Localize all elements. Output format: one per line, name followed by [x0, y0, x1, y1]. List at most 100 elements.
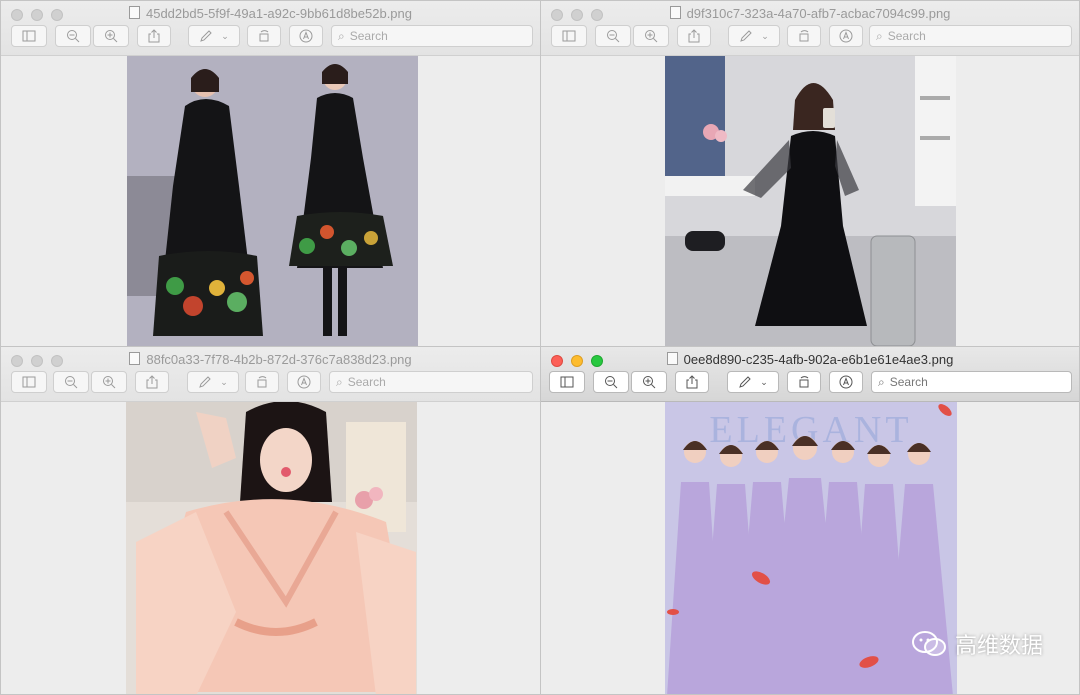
zoom-out-button[interactable] [595, 25, 631, 47]
pen-icon [740, 30, 752, 42]
toolbar: ⌄ ⌕ Search [1, 25, 540, 51]
share-icon [686, 375, 698, 389]
share-icon [688, 29, 700, 43]
rotate-icon [799, 30, 809, 42]
rotate-button[interactable] [247, 25, 281, 47]
image-viewport [1, 401, 540, 694]
markup-button[interactable]: ⌄ [188, 25, 240, 47]
photo-graphic [127, 56, 418, 347]
share-icon [146, 375, 158, 389]
search-field[interactable]: ⌕ Search [329, 371, 533, 393]
photo-graphic [665, 56, 956, 347]
image-black-dress [665, 56, 956, 347]
zoom-out-icon [605, 376, 618, 389]
pen-icon [739, 376, 751, 388]
window-titlebar[interactable]: d9f310c7-323a-4a70-afb7-acbac7094c99.png… [541, 1, 1079, 56]
window-titlebar[interactable]: 88fc0a33-7f78-4b2b-872d-376c7a838d23.png… [1, 347, 540, 402]
markup-toolbar-icon [839, 375, 853, 389]
search-icon: ⌕ [338, 28, 345, 43]
window-title: d9f310c7-323a-4a70-afb7-acbac7094c99.png [541, 6, 1079, 21]
window-title: 88fc0a33-7f78-4b2b-872d-376c7a838d23.png [1, 352, 540, 367]
watermark: 高维数据 [911, 628, 1043, 660]
sidebar-icon [22, 30, 36, 42]
annotate-button[interactable] [287, 371, 321, 393]
rotate-icon [799, 376, 809, 388]
markup-toolbar-icon [299, 29, 313, 43]
zoom-in-button[interactable] [91, 371, 127, 393]
markup-toolbar-icon [297, 375, 311, 389]
sidebar-toggle-button[interactable] [551, 25, 587, 47]
zoom-out-button[interactable] [53, 371, 89, 393]
chevron-down-icon: ⌄ [221, 30, 229, 41]
search-field[interactable]: ⌕ Search [869, 25, 1072, 47]
search-icon: ⌕ [878, 374, 885, 389]
zoom-in-icon [645, 30, 658, 43]
zoom-out-button[interactable] [593, 371, 629, 393]
preview-window-4: 0ee8d890-c235-4afb-902a-e6b1e61e4ae3.png… [540, 346, 1080, 695]
toolbar: ⌄ ⌕ Search [541, 25, 1079, 51]
search-field[interactable]: ⌕ Search [331, 25, 533, 47]
annotate-button[interactable] [289, 25, 323, 47]
image-viewport: ELEGANT 高维数据 [541, 402, 1079, 694]
preview-window-2: d9f310c7-323a-4a70-afb7-acbac7094c99.png… [540, 0, 1080, 348]
document-icon [669, 6, 681, 19]
document-icon [666, 352, 678, 365]
sidebar-toggle-button[interactable] [549, 371, 585, 393]
annotate-button[interactable] [829, 25, 863, 47]
rotate-button[interactable] [787, 25, 821, 47]
rotate-icon [259, 30, 269, 42]
rotate-button[interactable] [787, 371, 821, 393]
watermark-text: 高维数据 [954, 634, 1043, 659]
search-icon: ⌕ [876, 28, 883, 43]
rotate-icon [257, 376, 267, 388]
window-title: 0ee8d890-c235-4afb-902a-e6b1e61e4ae3.png [541, 352, 1079, 367]
chevron-down-icon: ⌄ [760, 376, 768, 387]
markup-toolbar-icon [839, 29, 853, 43]
markup-button[interactable]: ⌄ [727, 371, 779, 393]
image-pink-robe [126, 401, 417, 694]
zoom-out-icon [67, 30, 80, 43]
share-icon [148, 29, 160, 43]
rotate-button[interactable] [245, 371, 279, 393]
zoom-in-icon [643, 376, 656, 389]
window-titlebar[interactable]: 0ee8d890-c235-4afb-902a-e6b1e61e4ae3.png… [541, 347, 1079, 402]
zoom-in-icon [105, 30, 118, 43]
search-icon: ⌕ [336, 374, 343, 389]
document-icon [128, 6, 140, 19]
preview-window-3: 88fc0a33-7f78-4b2b-872d-376c7a838d23.png… [0, 346, 541, 695]
search-field[interactable]: ⌕ Search [871, 371, 1072, 393]
image-black-coats [127, 56, 418, 347]
share-button[interactable] [137, 25, 171, 47]
image-viewport [1, 56, 540, 347]
zoom-in-button[interactable] [633, 25, 669, 47]
markup-button[interactable]: ⌄ [187, 371, 239, 393]
document-icon [129, 352, 141, 365]
chevron-down-icon: ⌄ [761, 30, 769, 41]
sidebar-toggle-button[interactable] [11, 25, 47, 47]
toolbar: ⌄ ⌕ Search [1, 371, 540, 397]
share-button[interactable] [675, 371, 709, 393]
sidebar-icon [562, 30, 576, 42]
zoom-in-icon [103, 376, 116, 389]
sidebar-icon [560, 376, 574, 388]
chevron-down-icon: ⌄ [220, 376, 228, 387]
window-titlebar[interactable]: 45dd2bd5-5f9f-49a1-a92c-9bb61d8be52b.png… [1, 1, 540, 56]
sidebar-toggle-button[interactable] [11, 371, 47, 393]
window-title: 45dd2bd5-5f9f-49a1-a92c-9bb61d8be52b.png [1, 6, 540, 21]
pen-icon [199, 376, 211, 388]
zoom-in-button[interactable] [93, 25, 129, 47]
zoom-in-button[interactable] [631, 371, 667, 393]
annotate-button[interactable] [829, 371, 863, 393]
wechat-icon [911, 631, 946, 656]
zoom-out-button[interactable] [55, 25, 91, 47]
share-button[interactable] [677, 25, 711, 47]
sidebar-icon [22, 376, 36, 388]
share-button[interactable] [135, 371, 169, 393]
photo-graphic [126, 401, 417, 694]
markup-button[interactable]: ⌄ [728, 25, 780, 47]
preview-window-1: 45dd2bd5-5f9f-49a1-a92c-9bb61d8be52b.png… [0, 0, 541, 348]
toolbar: ⌄ ⌕ Search [541, 371, 1079, 397]
zoom-out-icon [607, 30, 620, 43]
image-viewport [541, 56, 1079, 347]
zoom-out-icon [65, 376, 78, 389]
